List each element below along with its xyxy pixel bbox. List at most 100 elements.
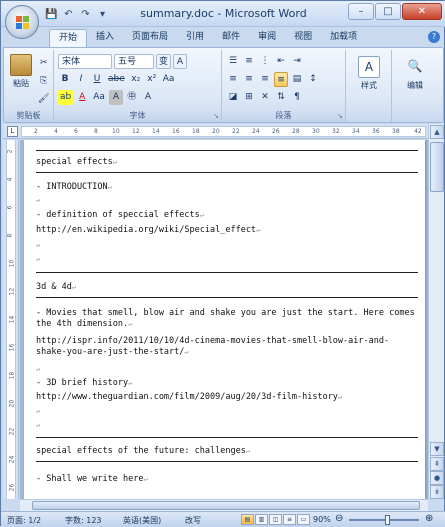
- overtype-mode[interactable]: 改写: [185, 515, 201, 526]
- bold-button[interactable]: B: [58, 72, 72, 87]
- paragraph[interactable]: - 3D brief history↵: [36, 378, 132, 389]
- cut-icon[interactable]: ✂: [37, 56, 51, 71]
- char-shading-button[interactable]: A: [108, 90, 123, 105]
- asian-layout-icon[interactable]: ✕: [258, 90, 272, 105]
- paragraph[interactable]: http://en.wikipedia.org/wiki/Special_eff…: [36, 225, 260, 236]
- show-marks-icon[interactable]: ¶: [290, 90, 304, 105]
- font-name-select[interactable]: 宋体: [58, 54, 112, 69]
- enclose-char-icon[interactable]: ㊥: [125, 90, 139, 105]
- increase-indent-icon[interactable]: ⇥: [290, 54, 304, 69]
- format-painter-icon[interactable]: 🖌: [36, 92, 51, 107]
- tab-review[interactable]: 审阅: [249, 29, 285, 47]
- bullets-icon[interactable]: ☰: [226, 54, 240, 69]
- line-spacing-icon[interactable]: ↕: [306, 72, 320, 87]
- font-color-button[interactable]: A: [75, 90, 89, 105]
- grow-font-button[interactable]: A: [141, 90, 155, 105]
- tab-mailings[interactable]: 邮件: [213, 29, 249, 47]
- paragraph[interactable]: http://ispr.info/2011/10/10/4d-cinema-mo…: [36, 336, 418, 358]
- change-case-button[interactable]: Aa: [91, 90, 107, 105]
- outline-icon[interactable]: ≡: [283, 514, 296, 525]
- tab-addins[interactable]: 加载项: [321, 29, 366, 47]
- scroll-thumb[interactable]: [430, 142, 444, 192]
- zoom-in-icon[interactable]: ⊕: [425, 513, 433, 524]
- draft-icon[interactable]: ▭: [297, 514, 310, 525]
- paragraph[interactable]: - Movies that smell, blow air and shake …: [36, 308, 418, 330]
- close-button[interactable]: ✕: [402, 3, 442, 20]
- tab-home[interactable]: 开始: [49, 29, 88, 47]
- align-left-icon[interactable]: ≡: [226, 72, 240, 87]
- highlight-button[interactable]: ab: [58, 90, 74, 105]
- justify-icon[interactable]: ≡: [274, 72, 288, 87]
- multilevel-list-icon[interactable]: ⋮: [258, 54, 272, 69]
- underline-button[interactable]: U: [90, 72, 104, 87]
- sort-icon[interactable]: ⇅: [274, 90, 288, 105]
- copy-icon[interactable]: ⎘: [37, 74, 51, 89]
- undo-icon[interactable]: ↶: [62, 9, 75, 20]
- empty-paragraph[interactable]: ↵: [36, 364, 40, 375]
- print-layout-icon[interactable]: ▤: [241, 514, 254, 525]
- full-screen-reading-icon[interactable]: ▥: [255, 514, 268, 525]
- scroll-down-icon[interactable]: ▼: [430, 442, 444, 456]
- page-count[interactable]: 页面: 1/2: [7, 515, 41, 526]
- tab-insert[interactable]: 插入: [87, 29, 123, 47]
- editing-button[interactable]: 🔍 编辑: [400, 56, 430, 91]
- font-size-select[interactable]: 五号: [114, 54, 154, 69]
- paragraph[interactable]: special effects↵: [36, 157, 117, 168]
- empty-paragraph[interactable]: ↵: [36, 254, 40, 265]
- empty-paragraph[interactable]: ↵: [36, 195, 40, 206]
- empty-paragraph[interactable]: ↵: [36, 240, 40, 251]
- maximize-button[interactable]: □: [375, 3, 401, 20]
- vertical-ruler[interactable]: 2 4 6 8 10 12 14 16 18 20 22 24 26: [3, 140, 19, 499]
- horizontal-ruler[interactable]: 2 4 6 8 10 12 14 16 18 20 22 24 26 28 30…: [21, 126, 426, 137]
- previous-page-icon[interactable]: ⇞: [430, 457, 444, 471]
- paragraph[interactable]: http://www.theguardian.com/film/2009/aug…: [36, 392, 342, 403]
- web-layout-icon[interactable]: ◫: [269, 514, 282, 525]
- tab-page-layout[interactable]: 页面布局: [123, 29, 177, 47]
- redo-icon[interactable]: ↷: [79, 9, 92, 20]
- italic-button[interactable]: I: [74, 72, 88, 87]
- paragraph[interactable]: 3d & 4d↵: [36, 282, 76, 293]
- zoom-out-icon[interactable]: ⊖: [335, 513, 343, 524]
- clear-format-button[interactable]: Aa: [161, 72, 177, 87]
- next-page-icon[interactable]: ⇟: [430, 485, 444, 499]
- strikethrough-button[interactable]: abe: [106, 72, 127, 87]
- tab-references[interactable]: 引用: [177, 29, 213, 47]
- paragraph[interactable]: - Shall we write here↵: [36, 474, 148, 485]
- align-center-icon[interactable]: ≡: [242, 72, 256, 87]
- shading-icon[interactable]: ◪: [226, 90, 240, 105]
- subscript-button[interactable]: x₂: [129, 72, 143, 87]
- zoom-slider[interactable]: [349, 515, 419, 525]
- borders-icon[interactable]: ⊞: [242, 90, 256, 105]
- language-indicator[interactable]: 英语(美国): [123, 515, 161, 526]
- vertical-scrollbar[interactable]: ▲ ▼ ⇞ ● ⇟: [428, 124, 444, 499]
- office-button[interactable]: [5, 5, 39, 39]
- document-page[interactable]: special effects↵ - INTRODUCTION↵ ↵ - def…: [24, 140, 425, 499]
- customize-qat-icon[interactable]: ▾: [96, 9, 109, 20]
- decrease-indent-icon[interactable]: ⇤: [274, 54, 288, 69]
- minimize-button[interactable]: –: [348, 3, 374, 20]
- scroll-thumb[interactable]: [32, 501, 420, 510]
- browse-object-icon[interactable]: ●: [430, 471, 444, 485]
- tab-view[interactable]: 视图: [285, 29, 321, 47]
- font-dialog-launcher-icon[interactable]: ↘: [213, 112, 219, 120]
- save-icon[interactable]: 💾: [45, 9, 58, 20]
- word-count[interactable]: 字数: 123: [65, 515, 102, 526]
- paragraph[interactable]: - INTRODUCTION↵: [36, 182, 112, 193]
- paragraph[interactable]: special effects of the future: challenge…: [36, 446, 250, 457]
- paragraph-dialog-launcher-icon[interactable]: ↘: [337, 112, 343, 120]
- numbering-icon[interactable]: ≡: [242, 54, 256, 69]
- empty-paragraph[interactable]: ↵: [36, 420, 40, 431]
- zoom-slider-thumb[interactable]: [385, 515, 390, 525]
- styles-button[interactable]: A 样式: [354, 56, 384, 91]
- phonetic-guide-icon[interactable]: 变: [156, 54, 172, 69]
- help-icon[interactable]: ?: [428, 31, 440, 43]
- horizontal-scrollbar[interactable]: [20, 499, 428, 511]
- superscript-button[interactable]: x²: [145, 72, 159, 87]
- zoom-level[interactable]: 90%: [313, 515, 331, 524]
- align-right-icon[interactable]: ≡: [258, 72, 272, 87]
- empty-paragraph[interactable]: ↵: [36, 406, 40, 417]
- paragraph[interactable]: - definition of speccial effects↵: [36, 210, 204, 221]
- scroll-up-icon[interactable]: ▲: [430, 125, 444, 139]
- character-border-icon[interactable]: A: [173, 54, 188, 69]
- tab-selector[interactable]: L: [7, 126, 18, 137]
